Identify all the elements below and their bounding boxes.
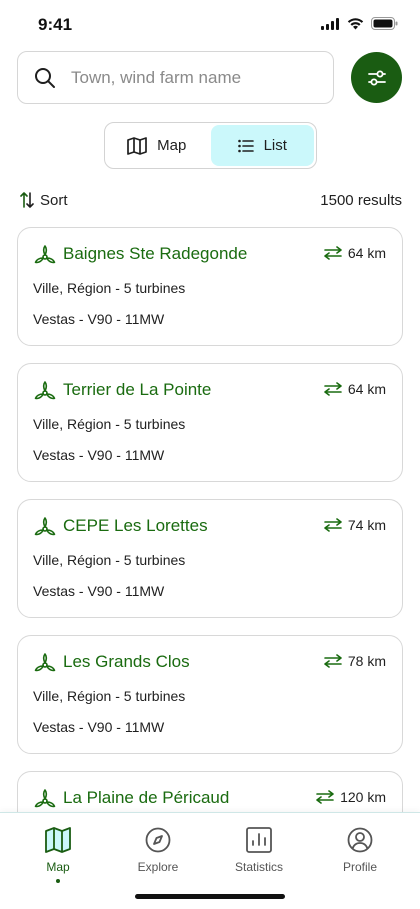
turbine-model: Vestas - V90 - 11MW	[33, 311, 165, 327]
search-input[interactable]	[71, 67, 311, 88]
view-toggle: Map List	[104, 122, 317, 169]
farm-name: CEPE Les Lorettes	[63, 516, 208, 535]
distance-value: 74 km	[347, 517, 386, 533]
distance-arrows-icon	[324, 382, 342, 396]
tab-list[interactable]: List	[210, 125, 314, 166]
nav-profile-label: Profile	[342, 860, 377, 874]
profile-icon	[347, 827, 373, 853]
search-box[interactable]	[17, 51, 334, 104]
distance-value: 78 km	[347, 653, 386, 669]
wind-turbine-icon	[34, 517, 56, 536]
nav-explore[interactable]: Explore	[113, 827, 203, 874]
farm-name: Terrier de La Pointe	[63, 380, 212, 399]
distance: 78 km	[323, 653, 386, 669]
wind-turbine-icon	[34, 789, 56, 808]
sort-label: Sort	[40, 191, 68, 209]
map-icon	[45, 827, 71, 853]
compass-icon	[145, 827, 171, 853]
farm-location: Ville, Région - 5 turbines	[33, 280, 186, 296]
sort-button[interactable]: Sort	[20, 191, 68, 209]
distance-arrows-icon	[324, 654, 342, 668]
map-icon	[127, 136, 148, 155]
signal-icon	[321, 17, 339, 30]
list-icon	[237, 139, 254, 152]
sort-icon	[20, 192, 34, 208]
home-indicator	[135, 894, 285, 899]
tab-map[interactable]: Map	[105, 123, 209, 168]
distance-value: 120 km	[340, 789, 386, 805]
nav-explore-label: Explore	[137, 860, 179, 874]
nav-map[interactable]: Map	[13, 827, 103, 883]
tab-map-label: Map	[157, 137, 187, 154]
distance-value: 64 km	[347, 245, 386, 261]
list-item[interactable]: CEPE Les Lorettes 74 km Ville, Région - …	[17, 499, 403, 618]
distance: 64 km	[323, 245, 386, 261]
distance: 120 km	[315, 789, 386, 805]
list-item[interactable]: Terrier de La Pointe 64 km Ville, Région…	[17, 363, 403, 482]
wind-turbine-icon	[34, 245, 56, 264]
sort-row: Sort 1500 results	[20, 189, 402, 211]
farm-name: Les Grands Clos	[63, 652, 190, 671]
distance-arrows-icon	[324, 518, 342, 532]
active-indicator	[56, 879, 60, 883]
farm-location: Ville, Région - 5 turbines	[33, 416, 186, 432]
statistics-icon	[246, 827, 272, 853]
tab-list-label: List	[263, 137, 287, 154]
nav-statistics[interactable]: Statistics	[214, 827, 304, 874]
farm-location: Ville, Région - 5 turbines	[33, 688, 186, 704]
search-icon	[35, 67, 55, 88]
farm-location: Ville, Région - 5 turbines	[33, 552, 186, 568]
wifi-icon	[347, 17, 364, 29]
nav-statistics-label: Statistics	[234, 860, 283, 874]
nav-profile[interactable]: Profile	[315, 827, 405, 874]
wind-farm-list: Baignes Ste Radegonde 64 km Ville, Régio…	[17, 227, 403, 907]
status-time: 9:41	[38, 15, 73, 34]
status-icons	[321, 17, 398, 30]
distance: 64 km	[323, 381, 386, 397]
list-item[interactable]: Baignes Ste Radegonde 64 km Ville, Régio…	[17, 227, 403, 346]
farm-name: Baignes Ste Radegonde	[63, 244, 248, 263]
battery-icon	[371, 17, 398, 30]
results-count: 1500 results	[320, 191, 402, 209]
wind-turbine-icon	[34, 653, 56, 672]
turbine-model: Vestas - V90 - 11MW	[33, 447, 165, 463]
list-item[interactable]: Les Grands Clos 78 km Ville, Région - 5 …	[17, 635, 403, 754]
distance-arrows-icon	[324, 246, 342, 260]
turbine-model: Vestas - V90 - 11MW	[33, 719, 165, 735]
farm-name: La Plaine de Péricaud	[63, 788, 230, 807]
distance: 74 km	[323, 517, 386, 533]
turbine-model: Vestas - V90 - 11MW	[33, 583, 165, 599]
status-bar: 9:41	[0, 0, 420, 50]
sliders-icon	[367, 70, 386, 85]
distance-arrows-icon	[316, 790, 334, 804]
nav-map-label: Map	[46, 860, 70, 874]
distance-value: 64 km	[347, 381, 386, 397]
filter-button[interactable]	[351, 52, 402, 103]
wind-turbine-icon	[34, 381, 56, 400]
